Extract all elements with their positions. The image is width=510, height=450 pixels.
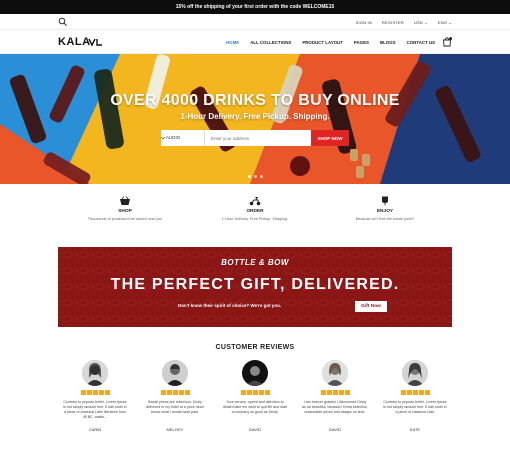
sign-in-link[interactable]: SIGN IN [356,20,372,25]
star-icon [320,390,326,395]
category-select-value: AUDIO [166,135,181,140]
star-icon [400,390,406,395]
avatar [322,360,348,386]
star-icon [252,390,258,395]
review-text: Contrary to popular belief, Lorem Ipsum … [383,400,447,414]
banner-text: Don't know their spirit of choice? We're… [178,303,282,308]
star-icon [246,390,252,395]
feature-title: ORDER [246,209,264,214]
language-select[interactable]: ENG ⌄ [438,20,452,25]
reviewer-name: KATE [409,427,421,432]
review-text: I am forever grateful I discovered Drizl… [302,400,368,414]
nav-item-product-layout[interactable]: PRODUCT LAYOUT [302,40,343,45]
star-icon [104,390,110,395]
review-card: Baxall prices are ridiculous. Drizly del… [142,360,208,432]
slider-dot-1[interactable] [248,175,251,178]
reviewer-name: DAVID [249,427,261,432]
rating-stars [222,390,288,395]
star-icon [92,390,98,395]
feature-desc: Because isn't that the whole point? [355,217,415,221]
banner-kicker: BOTTLE & BOW [221,258,289,267]
star-icon [344,390,350,395]
nav-item-pages[interactable]: PAGES [354,40,369,45]
hero-subtitle: 1-Hour Delivery. Free Pickup. Shipping. [180,112,330,121]
review-text: Baxall prices are ridiculous. Drizly del… [145,400,205,414]
star-icon [406,390,412,395]
nav-item-all-collections[interactable]: ALL COLLECTIONS [250,40,291,45]
review-card: Your service, speed and attention to det… [222,360,288,432]
star-icon [86,390,92,395]
reviews-title: CUSTOMER REVIEWS [215,344,295,351]
promo-bar: 15% off the shipping of your first order… [0,0,510,14]
slider-dots [248,175,263,178]
avatar [242,360,268,386]
features-row: SHOP Thousands of products from stores n… [0,196,510,240]
star-icon [178,390,184,395]
address-input[interactable] [205,130,311,146]
feature-desc: Thousands of products from stores near y… [87,217,163,221]
star-icon [418,390,424,395]
feature-enjoy: ENJOY Because isn't that the whole point… [325,196,445,221]
star-icon [412,390,418,395]
scooter-icon [249,197,261,206]
nav-item-contact-us[interactable]: CONTACT US [407,40,435,45]
star-icon [240,390,246,395]
star-icon [332,390,338,395]
search-icon[interactable] [58,17,68,27]
star-icon [338,390,344,395]
review-card: Contrary to popular belief, Lorem Ipsum … [382,360,448,432]
star-icon [160,390,166,395]
hero-search-form: AUDIO SHOP NOW [161,130,349,146]
slider-dot-3[interactable] [260,175,263,178]
feature-order: ORDER 1-Hour Delivery. Free Pickup. Ship… [195,196,315,221]
star-icon [264,390,270,395]
review-text: Contrary to popular belief, Lorem Ipsum … [63,400,127,419]
utility-bar: SIGN IN REGISTER USD ⌄ ENG ⌄ [0,14,510,30]
star-icon [184,390,190,395]
hero-title: OVER 4000 DRINKS TO BUY ONLINE [110,92,400,109]
reviewer-name: DAVID [329,427,341,432]
glass-icon [382,196,388,206]
rating-stars [382,390,448,395]
category-select[interactable]: AUDIO [161,130,205,146]
slider-dot-2[interactable] [254,175,257,178]
cart-icon[interactable] [442,37,452,47]
gift-now-button[interactable]: Gift Now [355,301,387,312]
review-card: Contrary to popular belief, Lorem Ipsum … [62,360,128,432]
avatar [82,360,108,386]
gift-banner: BOTTLE & BOW THE PERFECT GIFT, DELIVERED… [58,247,452,327]
main-nav: KALA HOME ALL COLLECTIONS PRODUCT LAYOUT… [0,30,510,54]
site-logo[interactable]: KALA [58,36,91,48]
nav-item-home[interactable]: HOME [226,40,239,45]
register-link[interactable]: REGISTER [382,20,404,25]
feature-shop: SHOP Thousands of products from stores n… [65,196,185,221]
nav-item-blogs[interactable]: BLOGS [380,40,396,45]
banner-headline: THE PERFECT GIFT, DELIVERED. [110,276,400,293]
feature-title: ENJOY [376,209,394,214]
basket-icon [120,196,130,205]
avatar [402,360,428,386]
currency-select[interactable]: USD ⌄ [414,20,428,25]
feature-title: SHOP [118,209,132,214]
star-icon [172,390,178,395]
star-icon [166,390,172,395]
review-card: I am forever grateful I discovered Drizl… [302,360,368,432]
chevron-down-icon [161,136,165,140]
reviewer-name: MELODY [166,427,184,432]
logo-mark-icon [88,38,102,47]
shop-now-button[interactable]: SHOP NOW [311,130,349,146]
rating-stars [302,390,368,395]
star-icon [80,390,86,395]
hero-banner: OVER 4000 DRINKS TO BUY ONLINE 1-Hour De… [0,54,510,184]
star-icon [424,390,430,395]
feature-desc: 1-Hour Delivery. Free Pickup. Shipping. [221,217,289,221]
reviewer-name: CARIN [88,427,102,432]
star-icon [98,390,104,395]
review-text: Your service, speed and attention to det… [222,400,288,414]
star-icon [326,390,332,395]
rating-stars [62,390,128,395]
rating-stars [142,390,208,395]
star-icon [258,390,264,395]
avatar [162,360,188,386]
